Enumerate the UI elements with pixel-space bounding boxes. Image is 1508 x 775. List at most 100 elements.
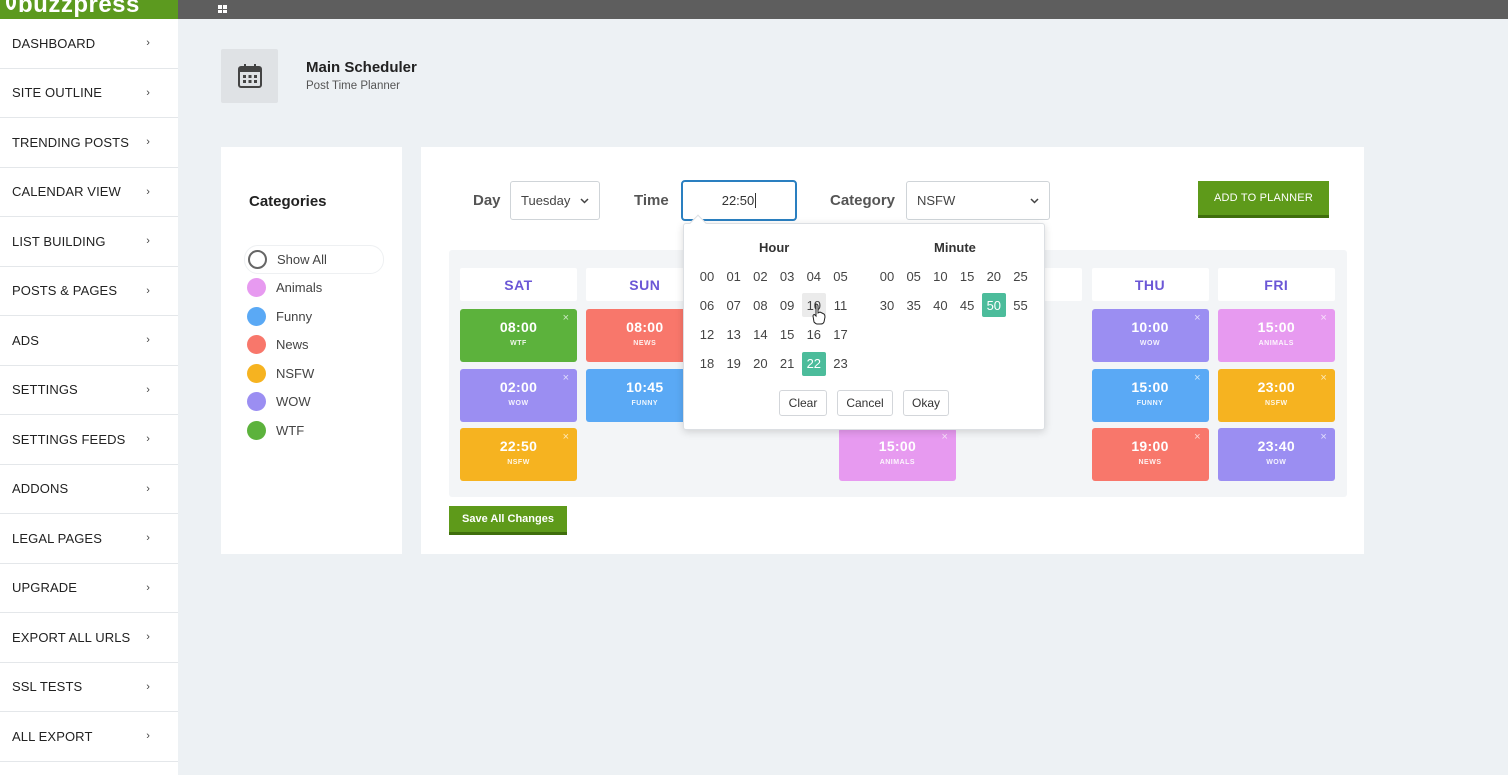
category-label: WOW [276,394,311,410]
hour-option-15[interactable]: 15 [775,323,799,347]
sidebar-item-ads[interactable]: ADS › [0,316,178,366]
minute-option-20[interactable]: 20 [982,264,1006,288]
hour-option-04[interactable]: 04 [802,264,826,288]
hour-option-21[interactable]: 21 [775,352,799,376]
sidebar-item-legal-pages[interactable]: LEGAL PAGES › [0,514,178,564]
sidebar-item-ssl-tests[interactable]: SSL TESTS › [0,663,178,712]
sidebar-item-upgrade[interactable]: UPGRADE › [0,564,178,613]
close-icon[interactable]: × [1194,431,1200,443]
close-icon[interactable]: × [563,312,569,324]
category-filter-nsfw[interactable]: NSFW [244,359,384,388]
schedule-slot[interactable]: 08:00 WTF × [460,309,577,362]
slot-time: 02:00 [499,378,538,395]
day-select[interactable]: Tuesday [510,181,600,220]
hour-option-01[interactable]: 01 [722,264,746,288]
sidebar-item-settings-feeds[interactable]: SETTINGS FEEDS › [0,415,178,465]
minute-option-35[interactable]: 35 [902,293,926,317]
sidebar-item-all-export[interactable]: ALL EXPORT › [0,712,178,762]
minute-option-45[interactable]: 45 [955,293,979,317]
hour-option-16[interactable]: 16 [802,323,826,347]
minute-option-50[interactable]: 50 [981,293,1006,318]
minute-option-25[interactable]: 25 [1009,264,1033,288]
sidebar-item-trending-posts[interactable]: TRENDING POSTS › [0,118,178,168]
chevron-right-icon: › [146,581,150,594]
add-to-planner-button[interactable]: ADD TO PLANNER [1198,181,1329,218]
schedule-slot[interactable]: 15:00 ANIMALS × [838,428,956,481]
sidebar-item-settings[interactable]: SETTINGS › [0,366,178,415]
hour-option-03[interactable]: 03 [775,264,799,288]
day-header-sat: SAT [460,268,577,301]
close-icon[interactable]: × [1320,372,1326,384]
category-label: News [276,337,309,353]
schedule-slot[interactable]: 22:50 NSFW × [460,428,577,481]
category-label: Category [830,192,896,209]
sidebar-item-addons[interactable]: ADDONS › [0,465,178,514]
minute-option-55[interactable]: 55 [1009,293,1033,317]
minute-option-15[interactable]: 15 [955,264,979,288]
grid-icon[interactable] [218,2,240,13]
category-filter-animals[interactable]: Animals [244,274,384,303]
hour-option-23[interactable]: 23 [829,352,853,376]
slot-category: NEWS [1138,459,1162,466]
hour-option-22[interactable]: 22 [801,351,826,376]
sidebar-nav: DASHBOARD › SITE OUTLINE › TRENDING POSTS › CA… [0,19,178,775]
close-icon[interactable]: × [941,431,947,443]
category-label: NSFW [276,365,315,381]
minute-option-00[interactable]: 00 [875,264,899,288]
schedule-slot[interactable]: 19:00 NEWS × [1091,428,1209,481]
sidebar-item-label: ADS [12,332,40,348]
okay-button[interactable]: Okay [903,390,949,416]
cancel-button[interactable]: Cancel [837,390,893,416]
hour-option-05[interactable]: 05 [829,264,853,288]
hour-option-06[interactable]: 06 [695,293,719,317]
hour-option-02[interactable]: 02 [748,264,772,288]
minute-option-40[interactable]: 40 [928,293,952,317]
close-icon[interactable]: × [563,431,569,443]
schedule-slot[interactable]: 10:00 WOW × [1091,309,1209,362]
hour-option-17[interactable]: 17 [829,323,853,347]
schedule-slot[interactable]: 15:00 FUNNY × [1091,368,1209,422]
hour-option-08[interactable]: 08 [748,293,772,317]
category-filter-wow[interactable]: WOW [244,388,384,417]
category-filter-news[interactable]: News [244,331,384,360]
close-icon[interactable]: × [1320,431,1326,443]
category-filter-wtf[interactable]: WTF [244,416,384,445]
sidebar-item-export-all-urls[interactable]: EXPORT ALL URLS › [0,613,178,663]
minute-option-05[interactable]: 05 [902,264,926,288]
hour-option-14[interactable]: 14 [748,323,772,347]
hour-option-00[interactable]: 00 [695,264,719,288]
minute-option-10[interactable]: 10 [928,264,952,288]
clear-button[interactable]: Clear [779,390,827,416]
sidebar-item-posts-pages[interactable]: POSTS & PAGES › [0,267,178,316]
close-icon[interactable]: × [1320,312,1326,324]
close-icon[interactable]: × [1194,372,1200,384]
brand-logo[interactable]: buzzpress [0,0,178,19]
schedule-slot[interactable]: 23:00 NSFW × [1217,368,1335,422]
close-icon[interactable]: × [563,372,569,384]
hour-option-20[interactable]: 20 [748,352,772,376]
category-filter-funny[interactable]: Funny [244,302,384,331]
minute-option-30[interactable]: 30 [875,293,899,317]
sidebar-item-dashboard[interactable]: DASHBOARD › [0,19,178,69]
category-filter-show-all[interactable]: Show All [244,245,384,274]
hour-option-19[interactable]: 19 [722,352,746,376]
category-select[interactable]: NSFW [906,181,1050,220]
hour-option-12[interactable]: 12 [695,323,719,347]
sidebar-item-calendar-view[interactable]: CALENDAR VIEW › [0,168,178,217]
hour-option-13[interactable]: 13 [722,323,746,347]
chevron-down-icon [1030,198,1039,204]
hour-option-18[interactable]: 18 [695,352,719,376]
sidebar-item-site-outline[interactable]: SITE OUTLINE › [0,69,178,118]
hour-option-07[interactable]: 07 [722,293,746,317]
hour-option-11[interactable]: 11 [829,293,853,317]
schedule-slot[interactable]: 23:40 WOW × [1217,428,1335,481]
save-all-changes-button[interactable]: Save All Changes [449,506,567,535]
hour-option-09[interactable]: 09 [775,293,799,317]
chevron-right-icon: › [146,86,150,99]
sidebar-item-label: POSTS & PAGES [12,283,118,299]
schedule-slot[interactable]: 15:00 ANIMALS × [1217,309,1335,362]
close-icon[interactable]: × [1194,312,1200,324]
schedule-slot[interactable]: 02:00 WOW × [460,368,577,422]
sidebar-item-list-building[interactable]: LIST BUILDING › [0,217,178,267]
calendar-icon [237,64,262,88]
